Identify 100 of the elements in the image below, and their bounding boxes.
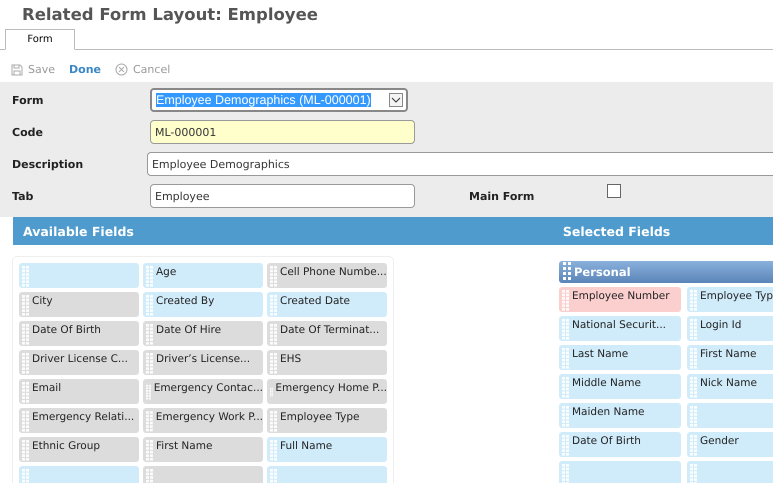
field-label: Form [12, 94, 45, 106]
field-tile[interactable]: City [19, 292, 139, 317]
field-tile[interactable]: Date Of Terminat... [267, 321, 387, 346]
grip-icon [22, 323, 30, 345]
field-tile[interactable]: Driver License C... [19, 350, 139, 375]
grip-icon [22, 439, 30, 461]
code-field[interactable]: ML-000001 [150, 120, 415, 144]
grip-icon [690, 289, 698, 311]
field-tile[interactable]: Age [143, 263, 263, 288]
grip-icon [562, 289, 570, 311]
grip-icon [270, 352, 278, 374]
field-name: City [32, 294, 53, 307]
field-tile[interactable]: Middle Name [559, 374, 681, 399]
field-name: Last Name [572, 347, 628, 360]
field-tile[interactable]: Full Name [267, 437, 387, 462]
field-name: Cell Phone Numbe... [280, 265, 387, 278]
field-tile[interactable]: Driver’s License... [143, 350, 263, 375]
field-tile[interactable]: EHS [267, 350, 387, 375]
grip-icon [22, 381, 30, 403]
field-name: Employee Typ [700, 289, 773, 302]
field-tile[interactable]: Date Of Birth [559, 432, 681, 457]
field-name: Age [156, 265, 176, 278]
field-tile[interactable]: Email [19, 379, 139, 404]
main-form-checkbox[interactable] [607, 184, 621, 198]
grip-icon [690, 347, 698, 369]
grip-icon [146, 323, 154, 345]
grip-icon [146, 265, 154, 287]
field-tile[interactable]: Emergency Work P... [143, 408, 263, 433]
field-name: Created By [156, 294, 214, 307]
field-name: Gender [700, 434, 739, 447]
field-tile[interactable]: Gender [687, 432, 773, 457]
field-tile[interactable]: First Name [687, 345, 773, 370]
field-name: Date Of Terminat... [280, 323, 380, 336]
field-label: Main Form [469, 190, 536, 202]
field-tile[interactable] [559, 461, 681, 483]
field-name: Emergency Work P... [156, 410, 263, 423]
field-tile[interactable]: Employee Number [559, 287, 681, 312]
grip-icon [270, 410, 278, 432]
field-name: Driver License C... [32, 352, 128, 365]
field-name: Created Date [280, 294, 350, 307]
grip-icon [22, 410, 30, 432]
field-tile[interactable]: Last Name [559, 345, 681, 370]
field-name: Date Of Birth [572, 434, 641, 447]
grip-icon [270, 439, 278, 461]
field-name: Maiden Name [572, 405, 645, 418]
field-tile[interactable]: Ethnic Group [19, 437, 139, 462]
field-tile[interactable]: Created By [143, 292, 263, 317]
field-label: Tab [12, 190, 34, 202]
field-tile[interactable]: Emergency Contac... [143, 379, 263, 404]
field-name: First Name [700, 347, 756, 360]
field-name: Emergency Contac... [154, 381, 263, 394]
field-tile[interactable]: Date Of Hire [143, 321, 263, 346]
field-tile[interactable]: Maiden Name [559, 403, 681, 428]
field-tile[interactable] [19, 263, 139, 288]
field-tile[interactable] [687, 403, 773, 428]
field-name: Middle Name [572, 376, 641, 389]
field-tile[interactable]: Emergency Home P... [267, 379, 387, 404]
field-tile[interactable]: Login Id [687, 316, 773, 341]
field-name: Date Of Hire [156, 323, 222, 336]
grip-icon [22, 294, 30, 316]
field-name: National Securit... [572, 318, 666, 331]
field-name: Driver’s License... [156, 352, 250, 365]
grip-icon [22, 352, 30, 374]
grip-icon [22, 265, 30, 287]
grip-icon [690, 463, 698, 483]
field-tile[interactable]: Cell Phone Numbe... [267, 263, 387, 288]
page-title: Related Form Layout: Employee [21, 4, 319, 26]
selected-fields-heading: Selected Fields [562, 224, 670, 238]
grip-icon [146, 439, 154, 461]
tab[interactable]: Form [5, 29, 75, 50]
field-name: Login Id [700, 318, 742, 331]
grip-icon [690, 405, 698, 427]
tab-field[interactable]: Employee [150, 184, 415, 208]
field-tile[interactable]: Employee Type [267, 408, 387, 433]
field-name: Employee Number [572, 289, 670, 302]
field-tile[interactable]: Employee Typ [687, 287, 773, 312]
field-tile[interactable]: National Securit... [559, 316, 681, 341]
done-button[interactable]: Done [69, 62, 101, 77]
field-label: Code [12, 126, 44, 138]
field-name: First Name [156, 439, 212, 452]
grip-icon [690, 376, 698, 398]
field-tile[interactable]: First Name [143, 437, 263, 462]
field-name: Date Of Birth [32, 323, 101, 336]
grip-icon [562, 347, 570, 369]
grip-icon [562, 463, 570, 483]
description-field[interactable]: Employee Demographics [146, 152, 773, 176]
field-name: Emergency Home P... [275, 381, 387, 394]
field-name: Emergency Relati... [32, 410, 134, 423]
field-name: EHS [280, 352, 302, 365]
grip-icon [562, 318, 570, 340]
grip-icon [563, 261, 571, 283]
grip-icon [146, 294, 154, 316]
field-tile[interactable]: Created Date [267, 292, 387, 317]
available-fields-heading: Available Fields [22, 224, 134, 238]
field-tile[interactable]: Emergency Relati... [19, 408, 139, 433]
field-name: Employee Type [280, 410, 360, 423]
field-tile[interactable]: Nick Name [687, 374, 773, 399]
field-tile[interactable]: Date Of Birth [19, 321, 139, 346]
grip-icon [146, 352, 154, 374]
grip-icon [690, 434, 698, 456]
